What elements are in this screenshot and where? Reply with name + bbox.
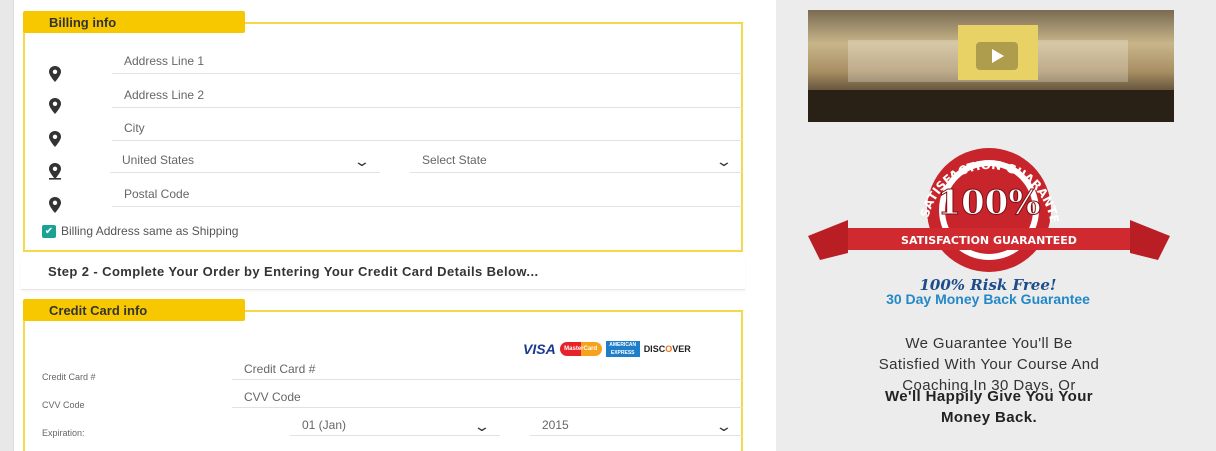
page-left-edge: [0, 0, 14, 451]
cvv-input[interactable]: CVV Code: [232, 390, 742, 408]
guarantee-bold-line: We'll Happily Give You Your: [884, 388, 1094, 405]
mastercard-logo: MasterCard: [559, 342, 602, 356]
address-line-1-placeholder: Address Line 1: [124, 54, 205, 68]
cvv-placeholder: CVV Code: [244, 390, 301, 404]
expiration-year-value: 2015: [542, 418, 569, 432]
location-pin-icon: [49, 163, 61, 180]
expiration-month-select[interactable]: 01 (Jan) ⌄: [290, 418, 500, 436]
expiration-year-select[interactable]: 2015 ⌄: [530, 418, 742, 436]
city-input[interactable]: City: [112, 121, 742, 141]
location-pin-icon: [49, 131, 61, 147]
country-selected-value: United States: [122, 153, 195, 167]
chevron-down-icon: ⌄: [353, 153, 371, 169]
same-as-shipping-checkbox[interactable]: ✔: [42, 225, 56, 238]
cvv-label: CVV Code: [42, 400, 85, 410]
card-number-placeholder: Credit Card #: [244, 362, 316, 376]
chevron-down-icon: ⌄: [473, 418, 491, 434]
address-line-1-input[interactable]: Address Line 1: [112, 54, 742, 74]
card-logos: VISA MasterCard AMERICAN EXPRESS DISCOVE…: [523, 340, 691, 358]
money-back-text: 30 Day Money Back Guarantee: [886, 291, 1090, 307]
guarantee-line: We Guarantee You'll Be: [905, 335, 1073, 352]
step-2-text: Step 2 - Complete Your Order by Entering…: [48, 264, 539, 279]
address-line-2-input[interactable]: Address Line 2: [112, 88, 742, 108]
play-icon[interactable]: [976, 42, 1018, 70]
billing-info-tab: Billing info: [23, 11, 245, 33]
chevron-down-icon: ⌄: [715, 153, 733, 169]
same-as-shipping-label: Billing Address same as Shipping: [61, 224, 239, 238]
check-icon: ✔: [44, 226, 54, 237]
location-pin-icon: [49, 66, 61, 82]
amex-logo: AMERICAN EXPRESS: [605, 341, 640, 357]
expiration-label: Expiration:: [42, 428, 85, 438]
ribbon-left-tail: [808, 220, 848, 260]
satisfaction-guarantee-badge: SATISFACTION GUARANTEED 100% SATISFACTIO…: [808, 148, 1170, 272]
location-pin-icon: [49, 197, 61, 213]
video-thumbnail[interactable]: [808, 10, 1174, 122]
video-floor-area: [808, 90, 1174, 122]
guarantee-bold-line: Money Back.: [940, 409, 1038, 426]
chevron-down-icon: ⌄: [715, 418, 733, 434]
state-select[interactable]: Select State ⌄: [410, 153, 742, 173]
card-number-input[interactable]: Credit Card #: [232, 362, 742, 380]
city-placeholder: City: [124, 121, 145, 135]
badge-percent-text: 100%: [937, 183, 1040, 223]
postal-code-input[interactable]: Postal Code: [112, 187, 742, 207]
card-number-label: Credit Card #: [42, 372, 96, 382]
step-2-banner: Step 2 - Complete Your Order by Entering…: [21, 256, 745, 290]
ribbon-right-tail: [1130, 220, 1170, 260]
badge-ribbon-text: SATISFACTION GUARANTEED: [901, 234, 1077, 247]
credit-card-info-tab: Credit Card info: [23, 299, 245, 321]
postal-code-placeholder: Postal Code: [124, 187, 190, 201]
country-select[interactable]: United States ⌄: [110, 153, 380, 173]
expiration-month-value: 01 (Jan): [302, 418, 347, 432]
guarantee-line: Satisfied With Your Course And: [878, 356, 1100, 373]
state-selected-value: Select State: [422, 153, 487, 167]
discover-logo: DISCOVER: [644, 344, 691, 354]
address-line-2-placeholder: Address Line 2: [124, 88, 205, 102]
discover-logo-part: DISC: [643, 344, 666, 354]
location-pin-icon: [49, 98, 61, 114]
visa-logo: VISA: [523, 341, 556, 357]
discover-logo-part: VER: [672, 344, 691, 354]
guarantee-bold-text: We'll Happily Give You Your Money Back.: [808, 386, 1170, 428]
